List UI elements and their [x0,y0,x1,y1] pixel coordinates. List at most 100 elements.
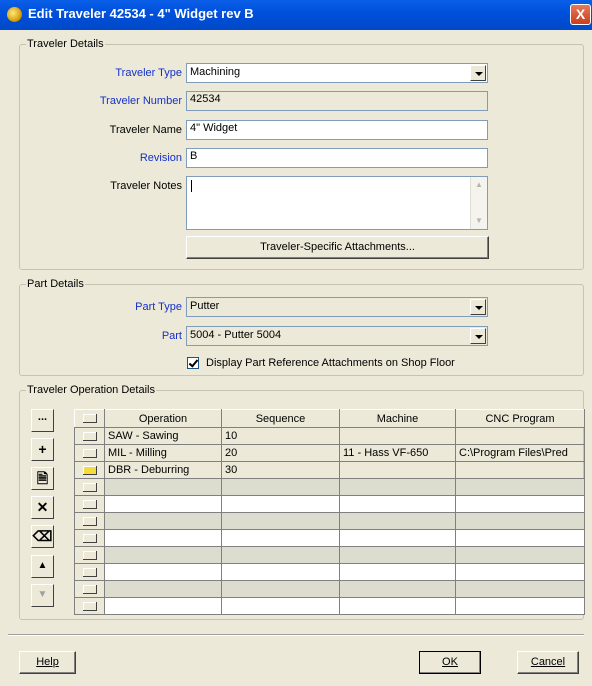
cell-machine[interactable] [339,529,456,547]
traveler-notes-field[interactable]: ▲ ▼ [186,176,488,230]
part-type-dropdown[interactable]: Putter [186,297,488,317]
column-header-cnc-program[interactable]: CNC Program [455,409,585,428]
row-selector[interactable] [74,597,105,615]
cancel-button[interactable]: Cancel [517,651,579,674]
traveler-type-dropdown[interactable]: Machining [186,63,488,83]
row-selector[interactable] [74,546,105,564]
column-header-sequence[interactable]: Sequence [221,409,340,428]
table-row[interactable]: DBR - Deburring 30 [74,461,585,479]
select-all-header[interactable] [74,409,105,428]
table-row[interactable] [74,512,585,530]
document-icon[interactable]: 🗎 [31,467,54,490]
cell-sequence[interactable] [221,580,340,598]
cell-operation[interactable] [104,546,222,564]
cell-machine[interactable] [339,512,456,530]
cell-sequence[interactable] [221,546,340,564]
row-selector[interactable] [74,444,105,462]
table-row[interactable] [74,546,585,564]
close-button[interactable]: X [570,4,591,25]
revision-field[interactable]: B [186,148,488,168]
ellipsis-button[interactable]: ... [31,409,54,432]
row-selector[interactable] [74,512,105,530]
scroll-down-icon[interactable]: ▼ [471,213,487,229]
cell-machine[interactable] [339,461,456,479]
cell-operation[interactable]: DBR - Deburring [104,461,222,479]
traveler-attachments-button[interactable]: Traveler-Specific Attachments... [186,236,489,259]
add-icon[interactable]: + [31,438,54,461]
cell-cnc[interactable] [455,495,585,513]
cell-operation[interactable] [104,563,222,581]
cell-machine[interactable]: 11 - Hass VF-650 [339,444,456,462]
cell-operation[interactable] [104,580,222,598]
cell-operation[interactable] [104,495,222,513]
cell-operation[interactable] [104,478,222,496]
cell-cnc[interactable] [455,563,585,581]
table-row[interactable]: SAW - Sawing 10 [74,427,585,445]
cancel-label: Cancel [530,656,566,668]
cell-cnc[interactable] [455,546,585,564]
row-selector[interactable] [74,478,105,496]
cell-cnc[interactable] [455,512,585,530]
move-down-icon[interactable]: ▼ [31,584,54,607]
display-attachments-checkbox[interactable] [187,357,199,369]
cell-sequence[interactable] [221,512,340,530]
cell-machine[interactable] [339,427,456,445]
row-selector[interactable] [74,529,105,547]
delete-icon[interactable]: ✕ [31,496,54,519]
table-row[interactable] [74,597,585,615]
cell-sequence[interactable] [221,478,340,496]
help-button[interactable]: Help [19,651,76,674]
cell-cnc[interactable] [455,427,585,445]
cell-operation[interactable] [104,597,222,615]
move-up-icon[interactable]: ▲ [31,555,54,578]
cell-operation[interactable] [104,512,222,530]
table-row[interactable] [74,529,585,547]
cell-cnc[interactable] [455,597,585,615]
cell-sequence[interactable]: 10 [221,427,340,445]
display-attachments-label[interactable]: Display Part Reference Attachments on Sh… [206,357,455,369]
cell-sequence[interactable]: 30 [221,461,340,479]
cell-machine[interactable] [339,580,456,598]
eraser-icon[interactable]: ⌫ [31,525,54,548]
cell-machine[interactable] [339,478,456,496]
cell-sequence[interactable]: 20 [221,444,340,462]
app-icon [7,7,22,22]
chevron-down-icon[interactable] [470,65,486,81]
table-row[interactable] [74,495,585,513]
cell-operation[interactable]: SAW - Sawing [104,427,222,445]
chevron-down-icon[interactable] [470,299,486,315]
row-selector[interactable] [74,495,105,513]
cell-sequence[interactable] [221,495,340,513]
table-row[interactable] [74,563,585,581]
row-selector[interactable] [74,563,105,581]
cell-machine[interactable] [339,546,456,564]
cell-machine[interactable] [339,597,456,615]
cell-sequence[interactable] [221,597,340,615]
row-selector[interactable] [74,580,105,598]
table-row[interactable] [74,580,585,598]
column-header-operation[interactable]: Operation [104,409,222,428]
cell-cnc[interactable] [455,461,585,479]
table-row[interactable]: MIL - Milling 20 11 - Hass VF-650 C:\Progra… [74,444,585,462]
cell-machine[interactable] [339,563,456,581]
cell-sequence[interactable] [221,563,340,581]
row-selector[interactable] [74,427,105,445]
cell-cnc[interactable] [455,529,585,547]
cell-operation[interactable]: MIL - Milling [104,444,222,462]
scroll-up-icon[interactable]: ▲ [471,177,487,193]
notes-scrollbar[interactable]: ▲ ▼ [470,177,487,229]
chevron-down-icon[interactable] [470,328,486,344]
row-indicator-icon [82,516,97,526]
cell-cnc[interactable]: C:\Program Files\Pred [455,444,585,462]
ok-button[interactable]: OK [419,651,481,674]
row-selector[interactable] [74,461,105,479]
part-dropdown[interactable]: 5004 - Putter 5004 [186,326,488,346]
column-header-machine[interactable]: Machine [339,409,456,428]
cell-cnc[interactable] [455,478,585,496]
table-row[interactable] [74,478,585,496]
traveler-name-field[interactable]: 4" Widget [186,120,488,140]
cell-machine[interactable] [339,495,456,513]
cell-cnc[interactable] [455,580,585,598]
cell-operation[interactable] [104,529,222,547]
cell-sequence[interactable] [221,529,340,547]
